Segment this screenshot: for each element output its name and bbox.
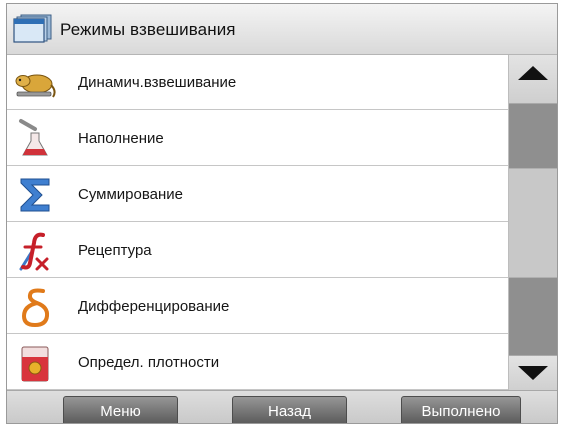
list-item-label: Дифференцирование [78,298,230,315]
delta-icon [21,288,50,328]
title-bar: Режимы взвешивания [7,4,557,55]
scroll-track-upper[interactable] [509,104,557,168]
scroll-track-lower[interactable] [509,278,557,355]
density-beaker-icon [21,346,49,382]
list-item-label: Наполнение [78,130,164,147]
page-title: Режимы взвешивания [60,20,236,39]
list-item-totalization[interactable]: Суммирование [7,167,508,222]
done-button[interactable]: Выполнено [401,396,521,423]
weighing-modes-list: Динамич.взвешивание Наполнение Суммирова… [7,55,508,390]
menu-button[interactable]: Меню [63,396,178,423]
scroll-down-button[interactable] [509,355,557,391]
animal-icon [15,74,56,98]
list-item-label: Суммирование [78,186,183,203]
formula-icon [19,232,49,271]
list-item-label: Определ. плотности [78,354,220,371]
triangle-up-icon [518,66,548,80]
filling-flask-icon [19,119,48,156]
window-stack-icon [13,14,52,43]
scroll-up-button[interactable] [509,55,557,104]
list-item-formulation[interactable]: Рецептура [7,223,508,278]
list-item-label: Рецептура [78,242,152,259]
list-item-label: Динамич.взвешивание [78,74,237,91]
scrollbar[interactable] [508,55,557,391]
list-item-differentiation[interactable]: Дифференцирование [7,279,508,334]
back-button[interactable]: Назад [232,396,347,423]
button-bar: Меню Назад Выполнено [7,390,557,423]
list-item-dynamic-weighing[interactable]: Динамич.взвешивание [7,55,508,110]
app-window: Режимы взвешивания Динамич.взвешивание Н… [6,3,558,424]
list-item-filling[interactable]: Наполнение [7,111,508,166]
triangle-down-icon [518,366,548,380]
scroll-thumb[interactable] [509,168,557,278]
list-item-density[interactable]: Определ. плотности [7,335,508,390]
sigma-icon [20,178,50,212]
